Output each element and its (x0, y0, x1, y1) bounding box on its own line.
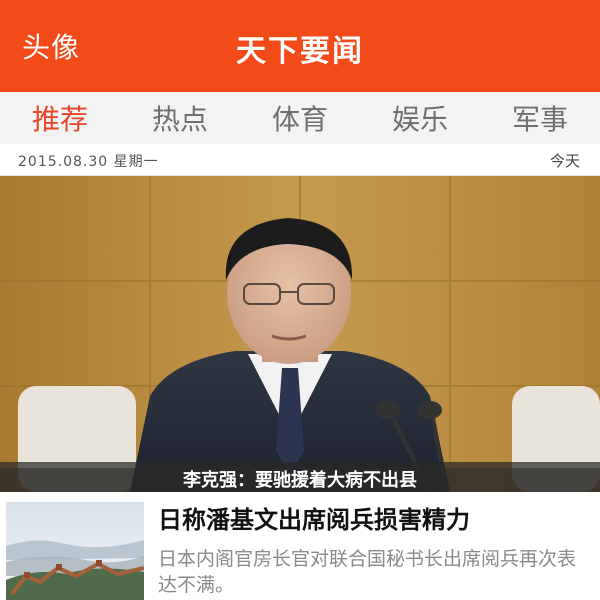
news-summary: 日本内阁官房长官对联合国秘书长出席阅兵再次表达不满。 (158, 548, 577, 596)
category-tabs: 推荐 热点 体育 娱乐 军事 (0, 92, 600, 144)
app-title: 天下要闻 (236, 34, 364, 69)
top-bar: 头像 天下要闻 (0, 0, 600, 92)
tab-military[interactable]: 军事 (506, 98, 574, 138)
news-list-item[interactable]: 日称潘基文出席阅兵损害精力 日本内阁官房长官对联合国秘书长出席阅兵再次表达不满。 (0, 492, 600, 600)
news-app-screen: 头像 天下要闻 推荐 热点 体育 娱乐 军事 2015.08.30 星期一 今天 (0, 0, 600, 600)
tab-recommend[interactable]: 推荐 (26, 98, 94, 138)
great-wall-landscape-icon (6, 502, 144, 600)
hero-caption-bar: 李克强：要驰援着大病不出县 (0, 462, 600, 492)
news-title: 日称潘基文出席阅兵损害精力 (158, 506, 470, 534)
tab-entertainment[interactable]: 娱乐 (386, 98, 454, 138)
date-text: 2015.08.30 星期一 (18, 154, 159, 170)
hero-banner[interactable]: 李克强：要驰援着大病不出县 (0, 176, 600, 492)
hero-caption: 李克强：要驰援着大病不出县 (183, 470, 417, 491)
hero-photo (0, 176, 600, 492)
date-bar: 2015.08.30 星期一 今天 (0, 144, 600, 176)
today-button[interactable]: 今天 (550, 150, 580, 171)
tab-sports[interactable]: 体育 (266, 98, 334, 138)
tab-hot[interactable]: 热点 (146, 98, 214, 138)
news-thumbnail (6, 502, 144, 600)
